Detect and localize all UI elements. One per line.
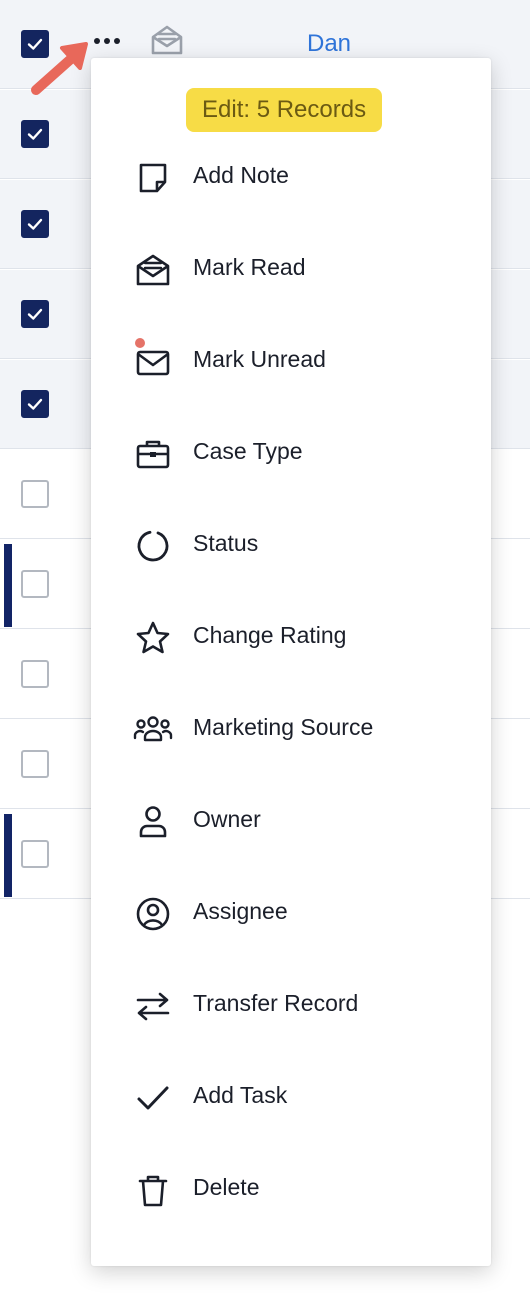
status-circle-icon [133, 526, 173, 566]
contact-name-link[interactable]: Dan [307, 30, 351, 58]
mail-icon [133, 342, 173, 382]
menu-item-change-rating[interactable]: Change Rating [91, 590, 491, 682]
user-icon [133, 802, 173, 842]
menu-item-label: Add Note [193, 162, 289, 188]
row-checkbox[interactable] [21, 660, 49, 688]
menu-item-marketing-source[interactable]: Marketing Source [91, 682, 491, 774]
row-checkbox[interactable] [21, 300, 49, 328]
briefcase-icon [133, 434, 173, 474]
menu-item-status[interactable]: Status [91, 498, 491, 590]
row-checkbox[interactable] [21, 570, 49, 598]
menu-item-add-task[interactable]: Add Task [91, 1050, 491, 1142]
transfer-arrows-icon [133, 986, 173, 1026]
menu-item-owner[interactable]: Owner [91, 774, 491, 866]
menu-item-mark-read[interactable]: Mark Read [91, 222, 491, 314]
row-checkbox[interactable] [21, 120, 49, 148]
pointer-arrow-icon [31, 42, 88, 95]
menu-item-transfer-record[interactable]: Transfer Record [91, 958, 491, 1050]
menu-item-label: Owner [193, 806, 261, 832]
menu-item-label: Transfer Record [193, 990, 359, 1016]
menu-item-assignee[interactable]: Assignee [91, 866, 491, 958]
menu-item-mark-unread[interactable]: Mark Unread [91, 314, 491, 406]
menu-item-case-type[interactable]: Case Type [91, 406, 491, 498]
check-icon [133, 1078, 173, 1118]
row-checkbox[interactable] [21, 390, 49, 418]
menu-item-label: Status [193, 530, 259, 556]
bulk-actions-menu: Edit: 5 Records Add Note Mark Read Mark … [91, 58, 491, 1266]
users-icon [133, 710, 173, 750]
mail-open-icon [133, 250, 173, 290]
row-checkbox[interactable] [21, 210, 49, 238]
trash-icon [133, 1170, 173, 1210]
menu-item-label: Case Type [193, 438, 303, 464]
menu-item-label: Add Task [193, 1082, 288, 1108]
menu-item-add-note[interactable]: Add Note [91, 130, 491, 222]
star-icon [133, 618, 173, 658]
mail-open-icon[interactable] [149, 22, 185, 63]
note-icon [133, 158, 173, 198]
menu-item-label: Marketing Source [193, 714, 374, 740]
row-checkbox[interactable] [21, 480, 49, 508]
menu-item-label: Assignee [193, 898, 288, 924]
menu-item-label: Mark Read [193, 254, 306, 280]
row-accent-bar [4, 544, 12, 627]
menu-item-delete[interactable]: Delete [91, 1142, 491, 1234]
row-checkbox[interactable] [21, 750, 49, 778]
more-actions-icon[interactable] [92, 28, 122, 56]
row-accent-bar [4, 814, 12, 897]
menu-item-label: Mark Unread [193, 346, 326, 372]
edit-records-badge: Edit: 5 Records [186, 88, 383, 132]
menu-item-label: Delete [193, 1174, 260, 1200]
row-checkbox[interactable] [21, 840, 49, 868]
menu-item-label: Change Rating [193, 622, 347, 648]
user-circle-icon [133, 894, 173, 934]
